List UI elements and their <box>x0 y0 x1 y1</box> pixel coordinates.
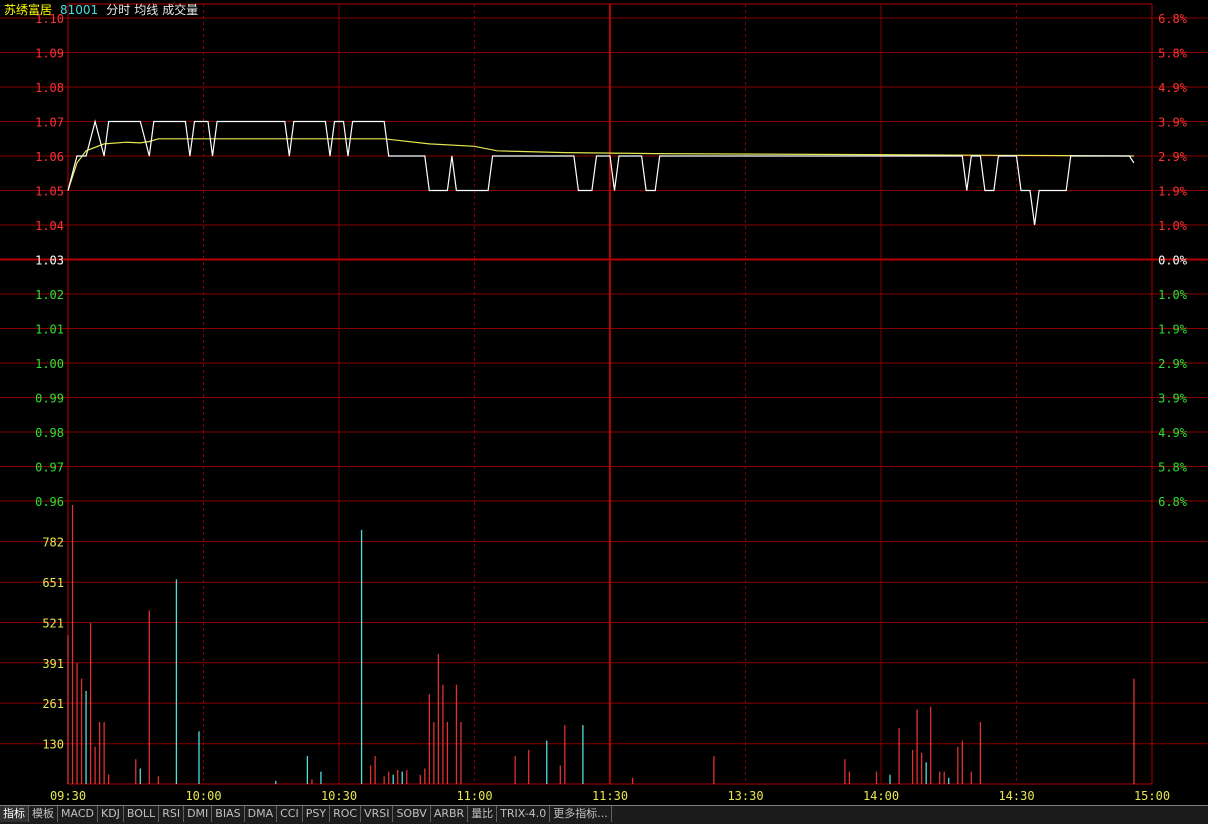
percent-tick-label: 6.8% <box>1158 495 1188 509</box>
volume-axis: 782 651 521 391 261 130 <box>42 536 64 752</box>
time-tick-label: 14:00 <box>863 789 899 803</box>
tab-indicator[interactable]: SOBV <box>393 806 431 822</box>
price-tick-label: 0.96 <box>35 495 64 509</box>
price-tick-label: 1.03 <box>35 254 64 268</box>
time-axis: 09:30 10:00 10:30 11:00 11:30 13:30 14:00 14:30… <box>50 789 1170 803</box>
percent-tick-label: 6.8% <box>1158 12 1188 26</box>
tab-indicator[interactable]: 指标 <box>0 806 29 822</box>
time-tick-label: 15:00 <box>1134 789 1170 803</box>
time-tick-label: 14:30 <box>998 789 1034 803</box>
tab-indicator[interactable]: CCI <box>277 806 303 822</box>
price-tick-label: 0.97 <box>35 461 64 475</box>
price-tick-label: 1.00 <box>35 357 64 371</box>
tab-indicator[interactable]: 模板 <box>29 806 58 822</box>
price-tick-label: 1.02 <box>35 288 64 302</box>
volume-tick-label: 651 <box>42 576 64 590</box>
percent-tick-label: 3.9% <box>1158 392 1188 406</box>
volume-label: 成交量 <box>162 3 199 17</box>
time-tick-label: 11:30 <box>592 789 628 803</box>
tab-indicator[interactable]: PSY <box>303 806 331 822</box>
intraday-chart[interactable]: 1.101.091.081.071.061.051.041.031.021.01… <box>0 0 1208 805</box>
stock-name: 苏绣富居 <box>4 3 53 17</box>
price-tick-label: 1.05 <box>35 185 64 199</box>
volume-bars <box>67 505 1135 784</box>
indicator-tab-bar: 指标 模板 MACD KDJ BOLL RSI DMI BIAS DMA CCI PSY ROC VRS… <box>0 805 1208 824</box>
price-tick-label: 1.07 <box>35 116 64 130</box>
price-tick-label: 1.04 <box>35 219 64 233</box>
volume-tick-label: 782 <box>42 536 64 550</box>
percent-tick-label: 2.9% <box>1158 150 1188 164</box>
percent-tick-label: 4.9% <box>1158 81 1188 95</box>
percent-tick-label: 1.9% <box>1158 323 1188 337</box>
volume-tick-label: 521 <box>42 617 64 631</box>
tab-indicator[interactable]: MACD <box>58 806 98 822</box>
tab-indicator[interactable]: DMA <box>245 806 278 822</box>
tab-indicator[interactable]: 量比 <box>468 806 498 822</box>
time-tick-label: 10:00 <box>185 789 221 803</box>
tab-indicator[interactable]: VRSI <box>361 806 394 822</box>
percent-tick-label: 5.8% <box>1158 461 1188 475</box>
tab-indicator[interactable]: ROC <box>330 806 362 822</box>
volume-tick-label: 391 <box>42 657 64 671</box>
stock-code: 81001 <box>60 3 99 17</box>
price-axis: 1.101.091.081.071.061.051.041.031.021.01… <box>35 12 64 509</box>
percent-tick-label: 1.9% <box>1158 185 1188 199</box>
percent-tick-label: 2.9% <box>1158 357 1188 371</box>
time-tick-label: 09:30 <box>50 789 86 803</box>
tab-indicator[interactable]: BIAS <box>212 806 245 822</box>
time-tick-label: 10:30 <box>321 789 357 803</box>
price-tick-label: 0.99 <box>35 392 64 406</box>
percent-tick-label: 1.0% <box>1158 288 1188 302</box>
price-tick-label: 1.06 <box>35 150 64 164</box>
tab-indicator[interactable]: KDJ <box>98 806 124 822</box>
percent-tick-label: 0.0% <box>1158 254 1188 268</box>
tab-indicator[interactable]: DMI <box>184 806 213 822</box>
price-line <box>67 119 1135 226</box>
tab-indicator[interactable]: TRIX-4.0 <box>497 806 551 822</box>
time-tick-label: 13:30 <box>727 789 763 803</box>
price-tick-label: 1.01 <box>35 323 64 337</box>
price-lines <box>67 119 1135 226</box>
volume-tick-label: 130 <box>42 738 64 752</box>
volume-tick-label: 261 <box>42 697 64 711</box>
tab-indicator[interactable]: 更多指标... <box>550 806 612 822</box>
average-price-line <box>67 138 1134 191</box>
avg-line-label: 均线 <box>134 3 159 17</box>
price-tick-label: 1.09 <box>35 47 64 61</box>
tab-indicator[interactable]: RSI <box>159 806 185 822</box>
percent-tick-label: 4.9% <box>1158 426 1188 440</box>
tab-indicator[interactable]: ARBR <box>431 806 469 822</box>
time-tick-label: 11:00 <box>456 789 492 803</box>
percent-axis: 6.8% 5.8% 4.9% 3.9% 2.9% 1.9% 1.0% 0.0% 1.0% 1.9%… <box>1158 12 1188 509</box>
price-tick-label: 0.98 <box>35 426 64 440</box>
percent-tick-label: 1.0% <box>1158 219 1188 233</box>
mode-label: 分时 <box>106 3 131 17</box>
percent-tick-label: 3.9% <box>1158 116 1188 130</box>
tab-indicator[interactable]: BOLL <box>124 806 160 822</box>
price-tick-label: 1.08 <box>35 81 64 95</box>
percent-tick-label: 5.8% <box>1158 47 1188 61</box>
chart-header: 苏绣富居 81001 分时 均线 成交量 <box>4 3 206 17</box>
